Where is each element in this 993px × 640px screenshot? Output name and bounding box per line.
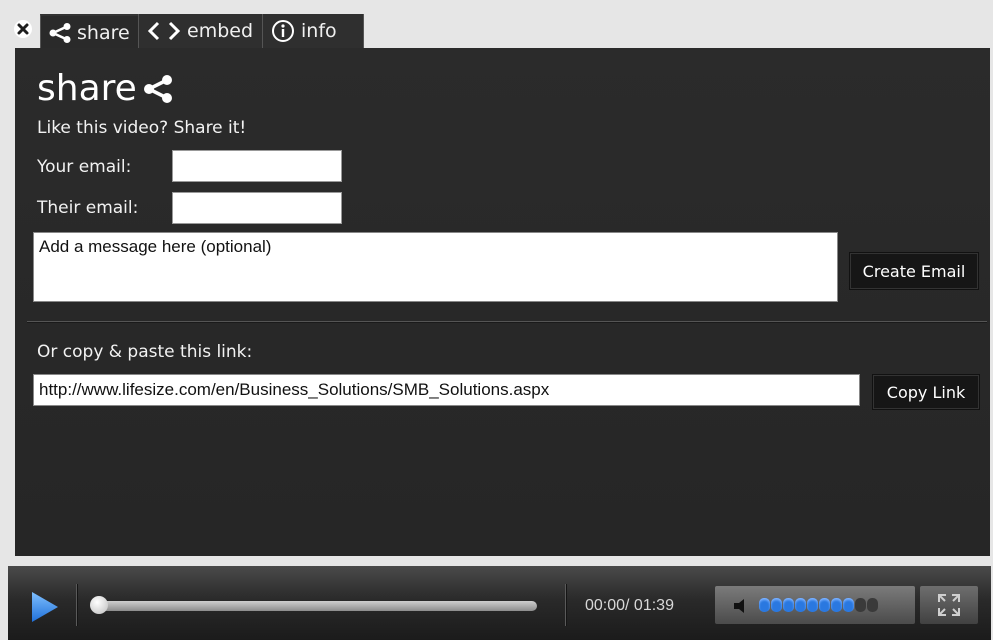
video-player-frame: share embed info share Like this video? … xyxy=(0,0,993,640)
tab-info-label: info xyxy=(301,19,337,42)
tab-share-label: share xyxy=(77,21,130,44)
share-icon xyxy=(49,23,71,43)
share-title: share xyxy=(37,68,173,109)
share-subtitle: Like this video? Share it! xyxy=(37,118,247,138)
volume-level-dot xyxy=(819,598,830,612)
their-email-field[interactable] xyxy=(172,192,342,224)
tab-share[interactable]: share xyxy=(40,14,150,50)
your-email-field[interactable] xyxy=(172,150,342,182)
volume-level-dot xyxy=(759,598,770,612)
volume-level-dot xyxy=(867,598,878,612)
volume-level-dot xyxy=(831,598,842,612)
their-email-label: Their email: xyxy=(37,198,139,218)
code-icon xyxy=(147,21,181,41)
volume-level-dot xyxy=(783,598,794,612)
seek-handle[interactable] xyxy=(90,596,108,614)
volume-level-dot xyxy=(795,598,806,612)
info-icon xyxy=(272,20,294,42)
share-panel: share Like this video? Share it! Your em… xyxy=(15,48,990,556)
separator xyxy=(76,584,77,626)
create-email-button[interactable]: Create Email xyxy=(849,252,979,290)
copy-link-label: Or copy & paste this link: xyxy=(37,342,253,362)
close-icon xyxy=(14,20,32,38)
speaker-icon xyxy=(734,599,744,613)
fullscreen-icon xyxy=(938,594,960,616)
volume-control[interactable] xyxy=(715,586,915,624)
your-email-label: Your email: xyxy=(37,157,132,177)
share-icon xyxy=(143,74,172,103)
volume-level-dot xyxy=(843,598,854,612)
time-display: 00:00/ 01:39 xyxy=(585,597,674,614)
separator xyxy=(565,584,566,626)
close-button[interactable] xyxy=(12,18,34,40)
volume-level-dot xyxy=(807,598,818,612)
copy-link-button[interactable]: Copy Link xyxy=(872,374,980,410)
share-link-field[interactable] xyxy=(33,374,860,406)
tab-embed-label: embed xyxy=(187,19,254,42)
fullscreen-button[interactable] xyxy=(920,586,978,624)
player-controls: 00:00/ 01:39 xyxy=(8,566,991,640)
volume-slider[interactable] xyxy=(759,598,878,612)
share-title-text: share xyxy=(37,68,137,109)
divider xyxy=(27,321,987,322)
seek-bar[interactable] xyxy=(92,601,537,611)
volume-level-dot xyxy=(771,598,782,612)
tab-info[interactable]: info xyxy=(262,14,364,48)
tab-embed[interactable]: embed xyxy=(138,14,274,48)
play-button[interactable] xyxy=(30,590,60,624)
volume-level-dot xyxy=(855,598,866,612)
message-field[interactable]: Add a message here (optional) xyxy=(33,232,838,302)
